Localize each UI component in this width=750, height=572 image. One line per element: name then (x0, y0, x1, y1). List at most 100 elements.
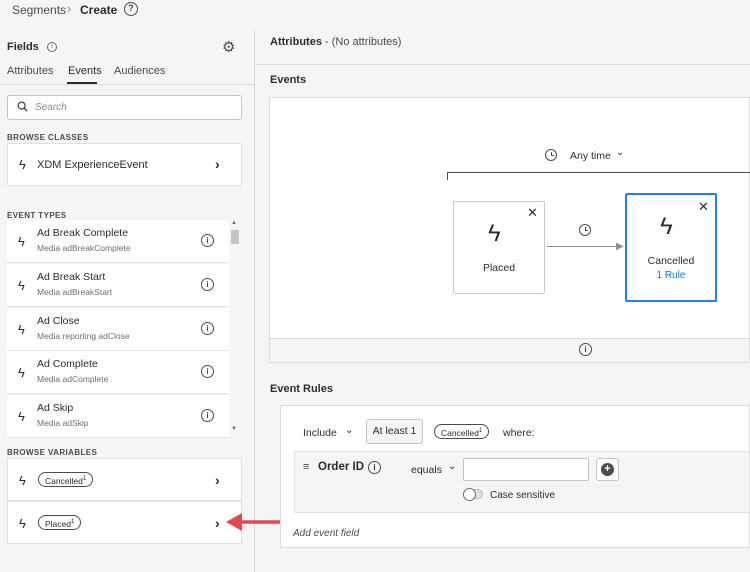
where-label: where: (503, 427, 535, 439)
event-sub: Media adBreakComplete (37, 243, 131, 253)
info-icon[interactable]: i (201, 365, 214, 378)
help-icon[interactable]: ? (124, 2, 138, 16)
add-value-button[interactable]: + (596, 458, 619, 481)
fields-panel: Fields i ⚙ Attributes Events Audiences S… (0, 30, 255, 572)
breadcrumb-separator: › (67, 1, 72, 16)
gear-icon[interactable]: ⚙ (222, 38, 235, 56)
variable-pill: Placed1 (38, 515, 82, 530)
event-sub: Media adBreakStart (37, 287, 113, 297)
event-name: Ad Break Complete (37, 227, 129, 239)
event-name: Ad Complete (37, 358, 98, 370)
node-label: Cancelled (647, 255, 695, 267)
list-item[interactable]: ϟ Ad Break Start Media adBreakStart i (7, 264, 229, 307)
lightning-icon: ϟ (18, 322, 25, 337)
info-icon[interactable]: i (201, 234, 214, 247)
breadcrumb-segments[interactable]: Segments (12, 3, 66, 17)
event-rules-title: Event Rules (270, 383, 333, 395)
chevron-down-icon[interactable]: ⌄ (345, 425, 353, 436)
tab-audiences[interactable]: Audiences (114, 65, 165, 77)
close-icon[interactable]: ✕ (527, 205, 538, 221)
operator-select[interactable]: equals (411, 464, 442, 476)
info-icon[interactable]: i (579, 343, 592, 356)
condition-field: Order ID (318, 461, 365, 473)
info-icon[interactable]: i (201, 322, 214, 335)
scrollbar-thumb[interactable] (231, 230, 239, 244)
class-item-label: XDM ExperienceEvent (37, 159, 148, 171)
event-types-list: ϟ Ad Break Complete Media adBreakComplet… (7, 220, 242, 438)
event-sub: Media reporting adClose (37, 331, 130, 341)
info-icon[interactable]: i (368, 461, 381, 474)
list-item[interactable]: ϟ Ad Skip Media adSkip i (7, 395, 229, 438)
tabs-divider (0, 84, 255, 85)
events-title: Events (270, 74, 307, 86)
at-least-select[interactable]: At least 1 (366, 419, 423, 444)
lightning-icon: ϟ (19, 157, 26, 172)
event-sub: Media adSkip (37, 418, 89, 428)
lightning-icon: ϟ (18, 234, 25, 249)
scroll-down-icon[interactable]: ▼ (231, 426, 237, 432)
case-sensitive-toggle[interactable] (463, 488, 483, 501)
fields-title: Fields (7, 41, 39, 53)
lightning-icon: ϟ (18, 365, 25, 380)
node-rule-link[interactable]: 1 Rule (627, 270, 715, 281)
browse-variables-label: BROWSE VARIABLES (7, 448, 98, 457)
event-pill: Cancelled1 (434, 424, 490, 439)
include-select[interactable]: Include (303, 427, 337, 439)
lightning-icon: ϟ (19, 516, 26, 531)
drag-handle-icon[interactable]: ≡ (303, 461, 309, 473)
tab-events[interactable]: Events (68, 65, 102, 77)
chevron-right-icon[interactable]: › (215, 515, 220, 531)
variable-pill: Cancelled1 (38, 472, 94, 487)
attributes-sub: - (No attributes) (321, 36, 402, 48)
info-icon[interactable]: i (201, 278, 214, 291)
search-icon (17, 101, 28, 112)
attributes-header: Attributes - (No attributes) (270, 36, 401, 48)
time-window-select[interactable]: Any time (570, 150, 611, 162)
event-name: Ad Close (37, 315, 80, 327)
sequence-bracket (447, 172, 750, 180)
lightning-icon: ϟ (660, 213, 673, 240)
page-title: Create (80, 3, 118, 17)
event-types-label: EVENT TYPES (7, 211, 67, 220)
variable-item-placed[interactable]: ϟ Placed1 › (7, 501, 242, 544)
chevron-right-icon: › (215, 472, 220, 488)
scroll-up-icon[interactable]: ▲ (231, 220, 237, 226)
browse-classes-label: BROWSE CLASSES (7, 133, 89, 142)
clock-icon[interactable] (579, 224, 591, 236)
event-name: Ad Break Start (37, 271, 106, 283)
fields-info-icon[interactable]: i (47, 42, 57, 52)
search-input[interactable]: Search (7, 95, 242, 120)
divider (256, 64, 750, 65)
arrow-head-icon: ▶ (616, 241, 624, 252)
list-item[interactable]: ϟ Ad Complete Media adComplete i (7, 351, 229, 394)
variable-item-cancelled[interactable]: ϟ Cancelled1 › (7, 458, 242, 501)
event-node-placed[interactable]: ✕ ϟ Placed (453, 201, 545, 294)
plus-icon: + (601, 463, 614, 476)
attributes-title: Attributes (270, 36, 322, 48)
connector-line (547, 246, 619, 247)
chevron-down-icon[interactable]: ⌄ (616, 147, 624, 158)
chevron-right-icon: › (215, 156, 220, 172)
lightning-icon: ϟ (18, 409, 25, 424)
canvas-footer (269, 338, 750, 363)
add-event-field-link[interactable]: Add event field (293, 528, 359, 539)
lightning-icon: ϟ (19, 473, 26, 488)
event-sub: Media adComplete (37, 374, 109, 384)
tab-attributes[interactable]: Attributes (7, 65, 53, 77)
list-item[interactable]: ϟ Ad Break Complete Media adBreakComplet… (7, 220, 229, 263)
case-sensitive-label: Case sensitive (490, 490, 556, 501)
node-label: Placed (482, 262, 516, 274)
clock-icon (545, 149, 557, 161)
event-name: Ad Skip (37, 402, 74, 414)
close-icon[interactable]: ✕ (698, 199, 709, 215)
info-icon[interactable]: i (201, 409, 214, 422)
lightning-icon: ϟ (18, 278, 25, 293)
lightning-icon: ϟ (488, 220, 501, 247)
search-placeholder: Search (35, 102, 67, 113)
list-item[interactable]: ϟ Ad Close Media reporting adClose i (7, 308, 229, 351)
event-node-cancelled[interactable]: ✕ ϟ Cancelled 1 Rule (625, 193, 717, 302)
condition-value-input[interactable] (463, 458, 589, 481)
class-item-xdm-experience-event[interactable]: ϟ XDM ExperienceEvent › (7, 143, 242, 186)
scrollbar[interactable] (229, 220, 241, 438)
chevron-down-icon[interactable]: ⌄ (448, 461, 456, 472)
